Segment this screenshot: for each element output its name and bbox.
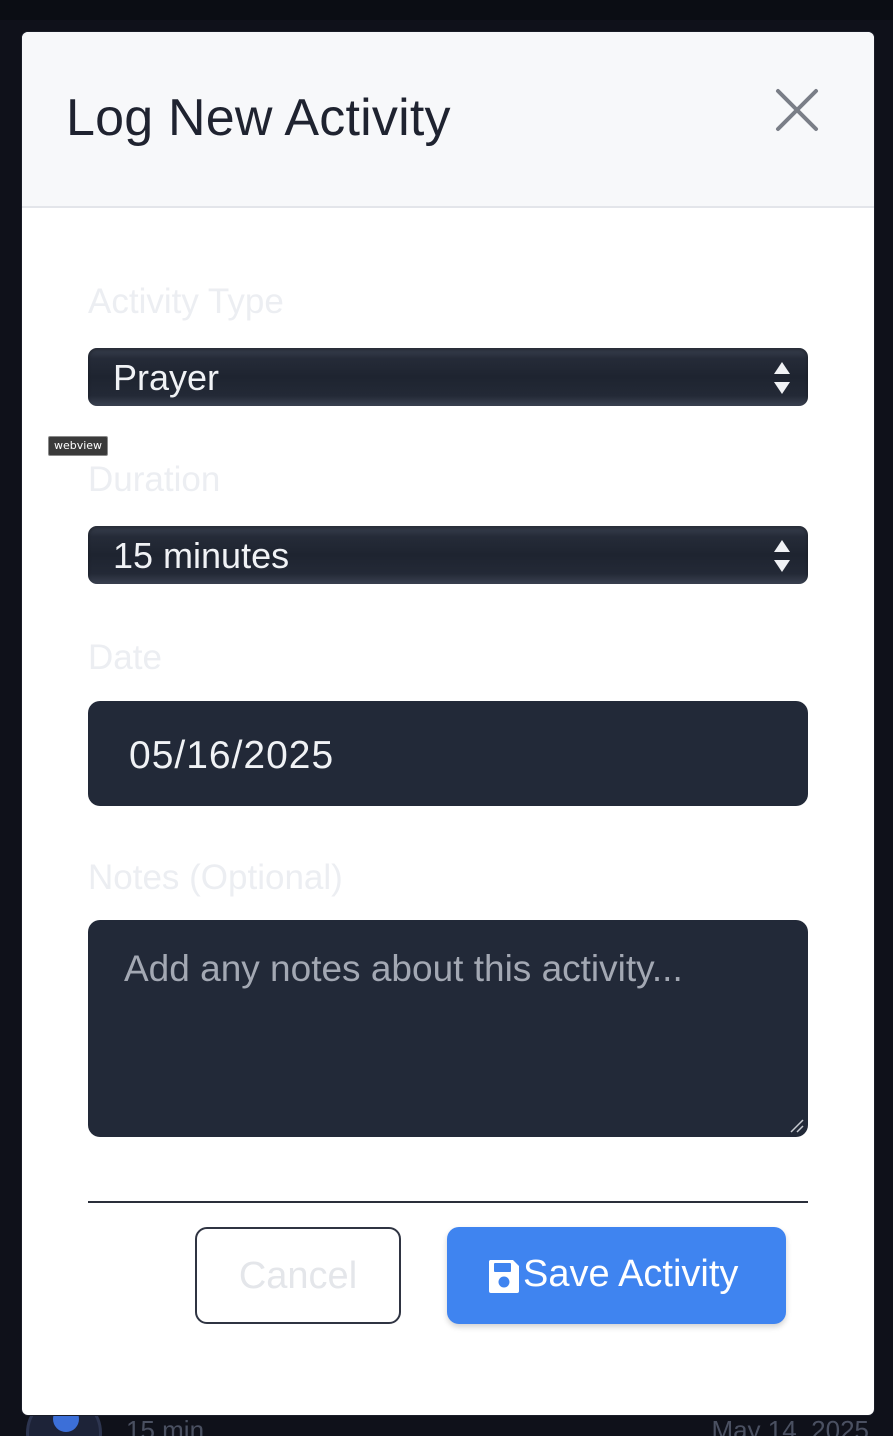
resize-handle-icon[interactable] (788, 1117, 804, 1133)
webview-tag: webview (48, 436, 108, 456)
footer-divider (88, 1201, 808, 1203)
floppy-disk-icon (488, 1260, 519, 1293)
date-input[interactable]: 05/16/2025 (88, 701, 808, 806)
modal-title: Log New Activity (66, 89, 451, 147)
modal-header: Log New Activity (22, 32, 874, 208)
notes-placeholder: Add any notes about this activity... (124, 948, 683, 989)
duration-value: 15 minutes (113, 535, 290, 576)
cancel-button[interactable]: Cancel (195, 1227, 401, 1324)
log-activity-modal: Log New Activity Activity Type Prayer Du… (22, 32, 874, 1415)
duration-label: Duration (88, 460, 221, 499)
notes-textarea[interactable]: Add any notes about this activity... (88, 920, 808, 1137)
cancel-button-label: Cancel (238, 1255, 358, 1297)
close-icon (776, 89, 818, 131)
date-value: 05/16/2025 (129, 734, 335, 777)
date-label: Date (88, 638, 162, 677)
notes-label: Notes (Optional) (88, 858, 343, 897)
backdrop-top (0, 0, 893, 20)
select-arrows-icon (774, 362, 790, 394)
select-arrows-icon (774, 540, 790, 572)
close-button[interactable] (771, 84, 823, 136)
duration-select[interactable]: 15 minutes (88, 526, 808, 584)
save-activity-button[interactable]: Save Activity (447, 1227, 786, 1324)
activity-type-value: Prayer (113, 357, 220, 398)
background-date-text: May 14, 2025 (711, 1415, 869, 1436)
background-duration-text: 15 min (126, 1415, 205, 1436)
activity-type-select[interactable]: Prayer (88, 348, 808, 406)
save-activity-label: Save Activity (523, 1253, 739, 1295)
activity-type-label: Activity Type (88, 282, 284, 321)
